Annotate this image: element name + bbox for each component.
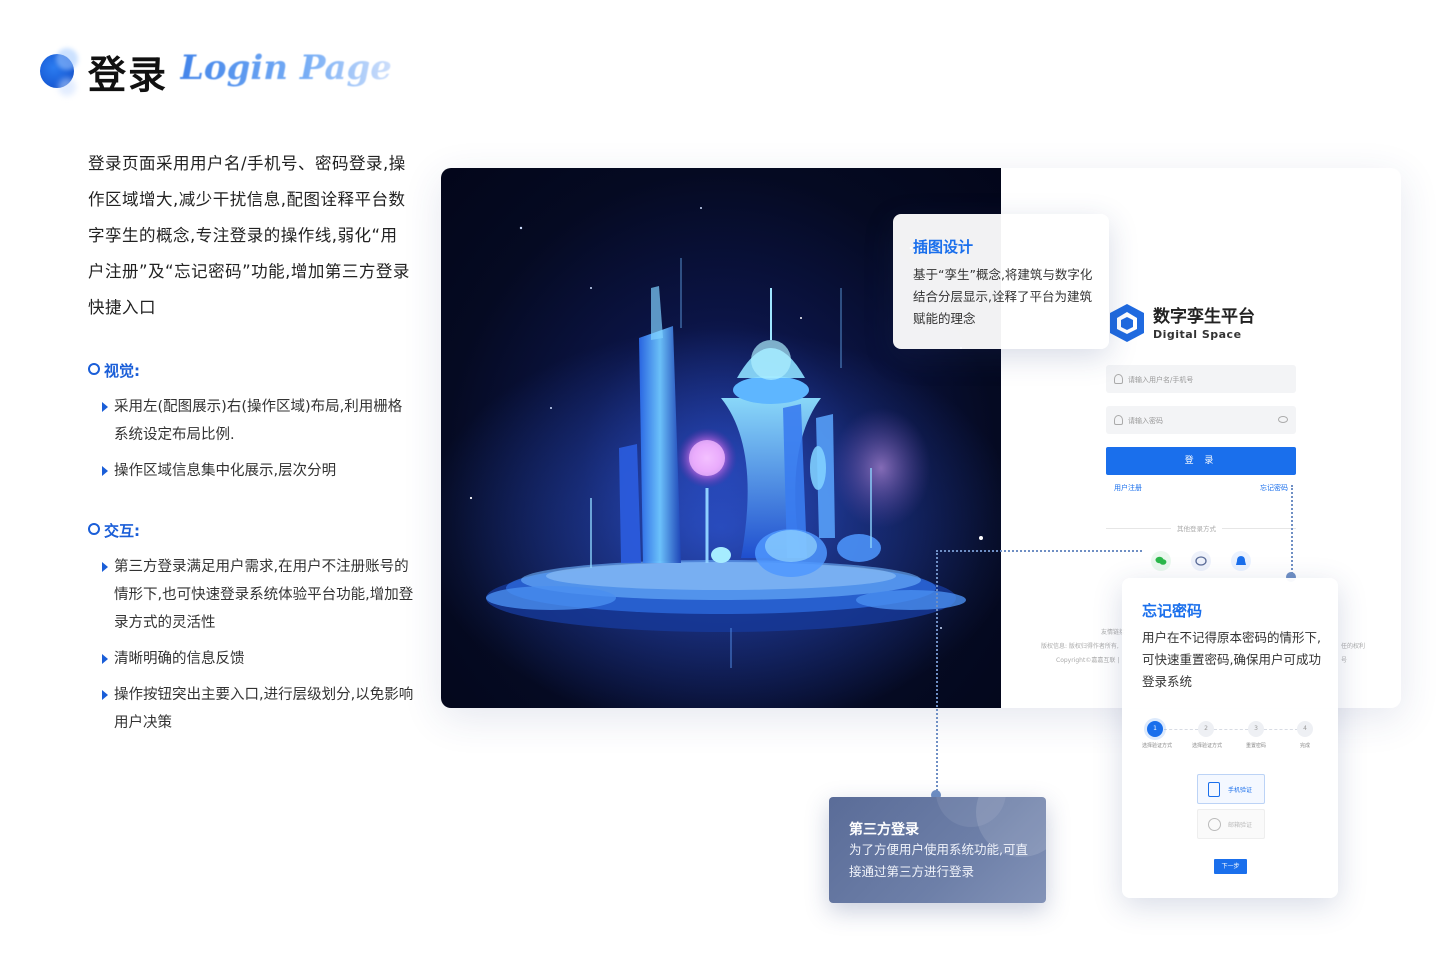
step-3-label: 重置密码 [1246, 743, 1267, 749]
third-party-callout: 第三方登录 为了方便用户使用系统功能,可直接通过第三方进行登录 [829, 797, 1046, 903]
page-subtitle: Login Page [180, 48, 392, 88]
interaction-item: 操作按钮突出主要入口,进行层级划分,以免影响用户决策 [102, 681, 414, 737]
user-icon [1114, 374, 1123, 384]
interaction-title-label: 交互: [104, 522, 140, 540]
interaction-item-text: 第三方登录满足用户需求,在用户不注册账号的情形下,也可快速登录系统体验平台功能,… [114, 559, 414, 631]
triangle-icon [102, 562, 108, 572]
phone-verify-option[interactable]: 手机验证 [1197, 774, 1265, 804]
eye-icon[interactable] [1278, 416, 1288, 423]
illustration-callout-title: 插图设计 [913, 238, 974, 256]
visual-title-label: 视觉: [104, 362, 140, 380]
illustration-callout: 插图设计 基于“孪生”概念,将建筑与数字化结合分层显示,诠释了平台为建筑赋能的理… [893, 214, 1109, 349]
step-3: 3 [1248, 721, 1264, 737]
step-connector [1264, 729, 1298, 731]
password-placeholder: 请输入密码 [1128, 417, 1163, 425]
brand-name: 数字孪生平台 [1153, 307, 1255, 327]
password-field[interactable]: 请输入密码 [1106, 406, 1296, 434]
interaction-section-title: 交互: [88, 520, 140, 541]
step-connector [1164, 729, 1198, 731]
brand-subtitle: Digital Space [1153, 328, 1242, 341]
connector-line [936, 550, 938, 794]
register-link[interactable]: 用户注册 [1114, 483, 1142, 493]
brand-logo-icon [1110, 304, 1144, 342]
interaction-item: 清晰明确的信息反馈 [102, 645, 414, 673]
forgot-callout-text: 用户在不记得原本密码的情形下,可快速重置密码,确保用户可成功登录系统 [1142, 630, 1321, 689]
email-icon [1208, 818, 1221, 831]
step-connector [1214, 729, 1248, 731]
lock-icon [1114, 415, 1123, 425]
qq-login-icon[interactable] [1231, 551, 1251, 571]
ring-icon [88, 363, 100, 375]
title-glow-icon [58, 78, 76, 96]
triangle-icon [102, 690, 108, 700]
connector-line [1291, 485, 1293, 577]
step-1-label: 选择验证方式 [1142, 743, 1173, 749]
step-4-label: 完成 [1300, 743, 1311, 749]
interaction-item-text: 清晰明确的信息反馈 [114, 651, 245, 667]
footer-copyright: 版权信息: 版权归得作者所有, [1041, 643, 1119, 650]
interaction-item-text: 操作按钮突出主要入口,进行层级划分,以免影响用户决策 [114, 687, 414, 731]
wechat-login-icon[interactable] [1151, 551, 1171, 571]
step-1: 1 [1147, 721, 1163, 737]
illustration-callout-text: 基于“孪生”概念,将建筑与数字化结合分层显示,诠释了平台为建筑赋能的理念 [913, 267, 1093, 326]
username-placeholder: 请输入用户名/手机号 [1128, 376, 1194, 384]
third-party-callout-title: 第三方登录 [849, 822, 919, 838]
chat-login-icon[interactable] [1191, 551, 1211, 571]
visual-item: 操作区域信息集中化展示,层次分明 [102, 457, 414, 485]
step-4: 4 [1297, 721, 1313, 737]
forgot-password-link[interactable]: 忘记密码 [1260, 483, 1288, 493]
email-verify-label: 邮箱验证 [1228, 822, 1253, 829]
connector-line [936, 550, 1142, 552]
visual-section-title: 视觉: [88, 360, 140, 381]
email-verify-option[interactable]: 邮箱验证 [1197, 809, 1265, 839]
visual-item-text: 操作区域信息集中化展示,层次分明 [114, 463, 337, 479]
step-2: 2 [1198, 721, 1214, 737]
other-login-label: 其他登录方式 [1171, 523, 1222, 533]
triangle-icon [102, 402, 108, 412]
interaction-item: 第三方登录满足用户需求,在用户不注册账号的情形下,也可快速登录系统体验平台功能,… [102, 553, 414, 637]
intro-text: 登录页面采用用户名/手机号、密码登录,操作区域增大,减少干扰信息,配图诠释平台数… [88, 154, 410, 317]
login-button[interactable]: 登 录 [1106, 447, 1296, 475]
triangle-icon [102, 654, 108, 664]
footer-icp: Copyright©嘉嘉互联 | [1056, 657, 1120, 664]
footer-icp-end: 号 [1341, 657, 1348, 664]
username-field[interactable]: 请输入用户名/手机号 [1106, 365, 1296, 393]
third-party-callout-text: 为了方便用户使用系统功能,可直接通过第三方进行登录 [849, 842, 1028, 879]
visual-item-text: 采用左(配图展示)右(操作区域)布局,利用栅格系统设定布局比例. [114, 399, 403, 443]
phone-verify-label: 手机验证 [1228, 787, 1253, 794]
next-step-button[interactable]: 下一步 [1214, 859, 1247, 874]
ring-icon [88, 523, 100, 535]
phone-icon [1208, 782, 1220, 797]
title-glow-icon [56, 48, 78, 70]
forgot-callout-title: 忘记密码 [1142, 602, 1203, 620]
triangle-icon [102, 466, 108, 476]
forgot-password-callout: 忘记密码 用户在不记得原本密码的情形下,可快速重置密码,确保用户可成功登录系统 [1122, 578, 1338, 898]
step-2-label: 选择验证方式 [1192, 743, 1223, 749]
visual-item: 采用左(配图展示)右(操作区域)布局,利用栅格系统设定布局比例. [102, 393, 414, 449]
page-title: 登录 [88, 52, 169, 97]
footer-copyright-end: 任的权利 [1341, 643, 1366, 650]
